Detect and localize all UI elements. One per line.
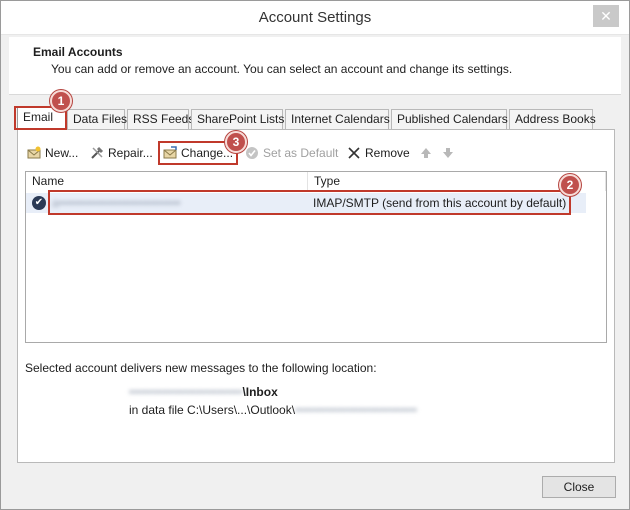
repair-icon <box>90 146 104 160</box>
tab-rss-feeds[interactable]: RSS Feeds <box>127 109 194 129</box>
tab-address-books[interactable]: Address Books <box>509 109 596 129</box>
annotation-badge-2: 2 <box>559 174 581 196</box>
check-circle-icon <box>245 146 259 160</box>
tab-data-files[interactable]: Data Files <box>67 109 127 129</box>
tab-sharepoint-lists[interactable]: SharePoint Lists <box>191 109 284 129</box>
remove-x-icon <box>347 146 361 160</box>
data-file-name: ••••••••••••••••••••••••••••• <box>295 403 417 417</box>
default-check-icon: ✔ <box>32 196 46 210</box>
close-icon[interactable]: ✕ <box>593 5 619 27</box>
arrow-down-icon <box>441 146 455 160</box>
data-file-line: in data file C:\Users\...\Outlook\••••••… <box>129 403 417 417</box>
set-as-default-button[interactable]: Set as Default <box>245 145 338 161</box>
move-down-button[interactable] <box>441 145 459 161</box>
delivery-description: Selected account delivers new messages t… <box>25 361 377 375</box>
data-file-path: in data file C:\Users\...\Outlook\ <box>129 403 296 417</box>
repair-button[interactable]: Repair... <box>90 145 153 161</box>
set-as-default-label: Set as Default <box>263 146 339 160</box>
remove-button[interactable]: Remove <box>347 145 410 161</box>
highlight-account-row <box>48 190 571 215</box>
inbox-folder: \Inbox <box>242 385 278 399</box>
header-panel: Email Accounts You can add or remove an … <box>9 37 621 95</box>
delivery-folder-line: •••••••••••••••••••••••••••\Inbox <box>129 385 278 399</box>
account-settings-window: Account Settings ✕ Email Accounts You ca… <box>0 0 630 510</box>
tab-internet-calendars[interactable]: Internet Calendars <box>285 109 390 129</box>
close-button[interactable]: Close <box>542 476 616 498</box>
repair-button-label: Repair... <box>108 146 153 160</box>
remove-button-label: Remove <box>365 146 410 160</box>
section-title: Email Accounts <box>33 45 123 59</box>
new-account-icon <box>27 146 41 160</box>
arrow-up-icon <box>419 146 433 160</box>
new-button[interactable]: New... <box>27 145 78 161</box>
move-up-button[interactable] <box>419 145 437 161</box>
annotation-badge-1: 1 <box>50 90 72 112</box>
new-button-label: New... <box>45 146 79 160</box>
column-header-name[interactable]: Name <box>26 172 308 191</box>
title-bar: Account Settings ✕ <box>1 1 629 35</box>
annotation-badge-3: 3 <box>225 131 247 153</box>
tab-published-calendars[interactable]: Published Calendars <box>391 109 508 129</box>
window-title: Account Settings <box>258 9 372 26</box>
section-description: You can add or remove an account. You ca… <box>51 62 513 76</box>
mailbox-name: ••••••••••••••••••••••••••• <box>129 385 243 399</box>
